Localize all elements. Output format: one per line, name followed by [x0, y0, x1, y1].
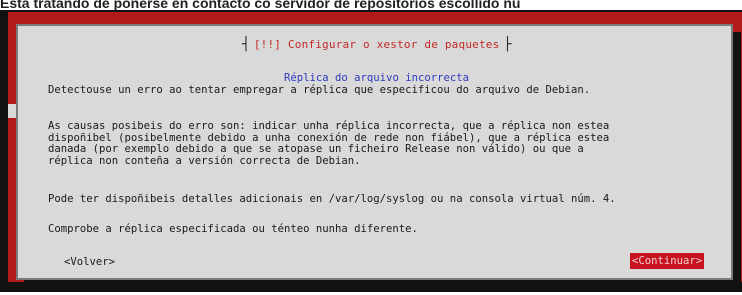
advice-text: Comprobe a réplica especificada ou ténte… [48, 223, 418, 235]
log-details: Pode ter dispoñibeis detalles adicionais… [48, 193, 616, 205]
dialog-shadow-bottom [24, 280, 741, 286]
back-button[interactable]: <Volver> [64, 256, 115, 268]
dialog-title-bar: ┤ [!!] Configurar o xestor de paquetes ├ [238, 34, 516, 54]
title-left-bracket: ┤ [242, 36, 250, 52]
dialog-shadow-right [733, 32, 741, 286]
dialog-title: [!!] Configurar o xestor de paquetes [253, 37, 500, 51]
installer-screen: ┤ [!!] Configurar o xestor de paquetes ├… [0, 10, 742, 292]
error-causes: As causas posibeis do erro son: indicar … [48, 120, 610, 167]
dialog-subtitle: Réplica do arquivo incorrecta [284, 72, 469, 84]
side-marker [8, 104, 16, 118]
error-dialog: ┤ [!!] Configurar o xestor de paquetes ├… [16, 24, 733, 280]
error-message: Detectouse un erro ao tentar empregar a … [48, 84, 591, 96]
continue-button[interactable]: <Continuar> [630, 253, 705, 269]
page: Esta tratando de ponerse en contacto co … [0, 0, 742, 295]
title-right-bracket: ├ [503, 36, 512, 52]
